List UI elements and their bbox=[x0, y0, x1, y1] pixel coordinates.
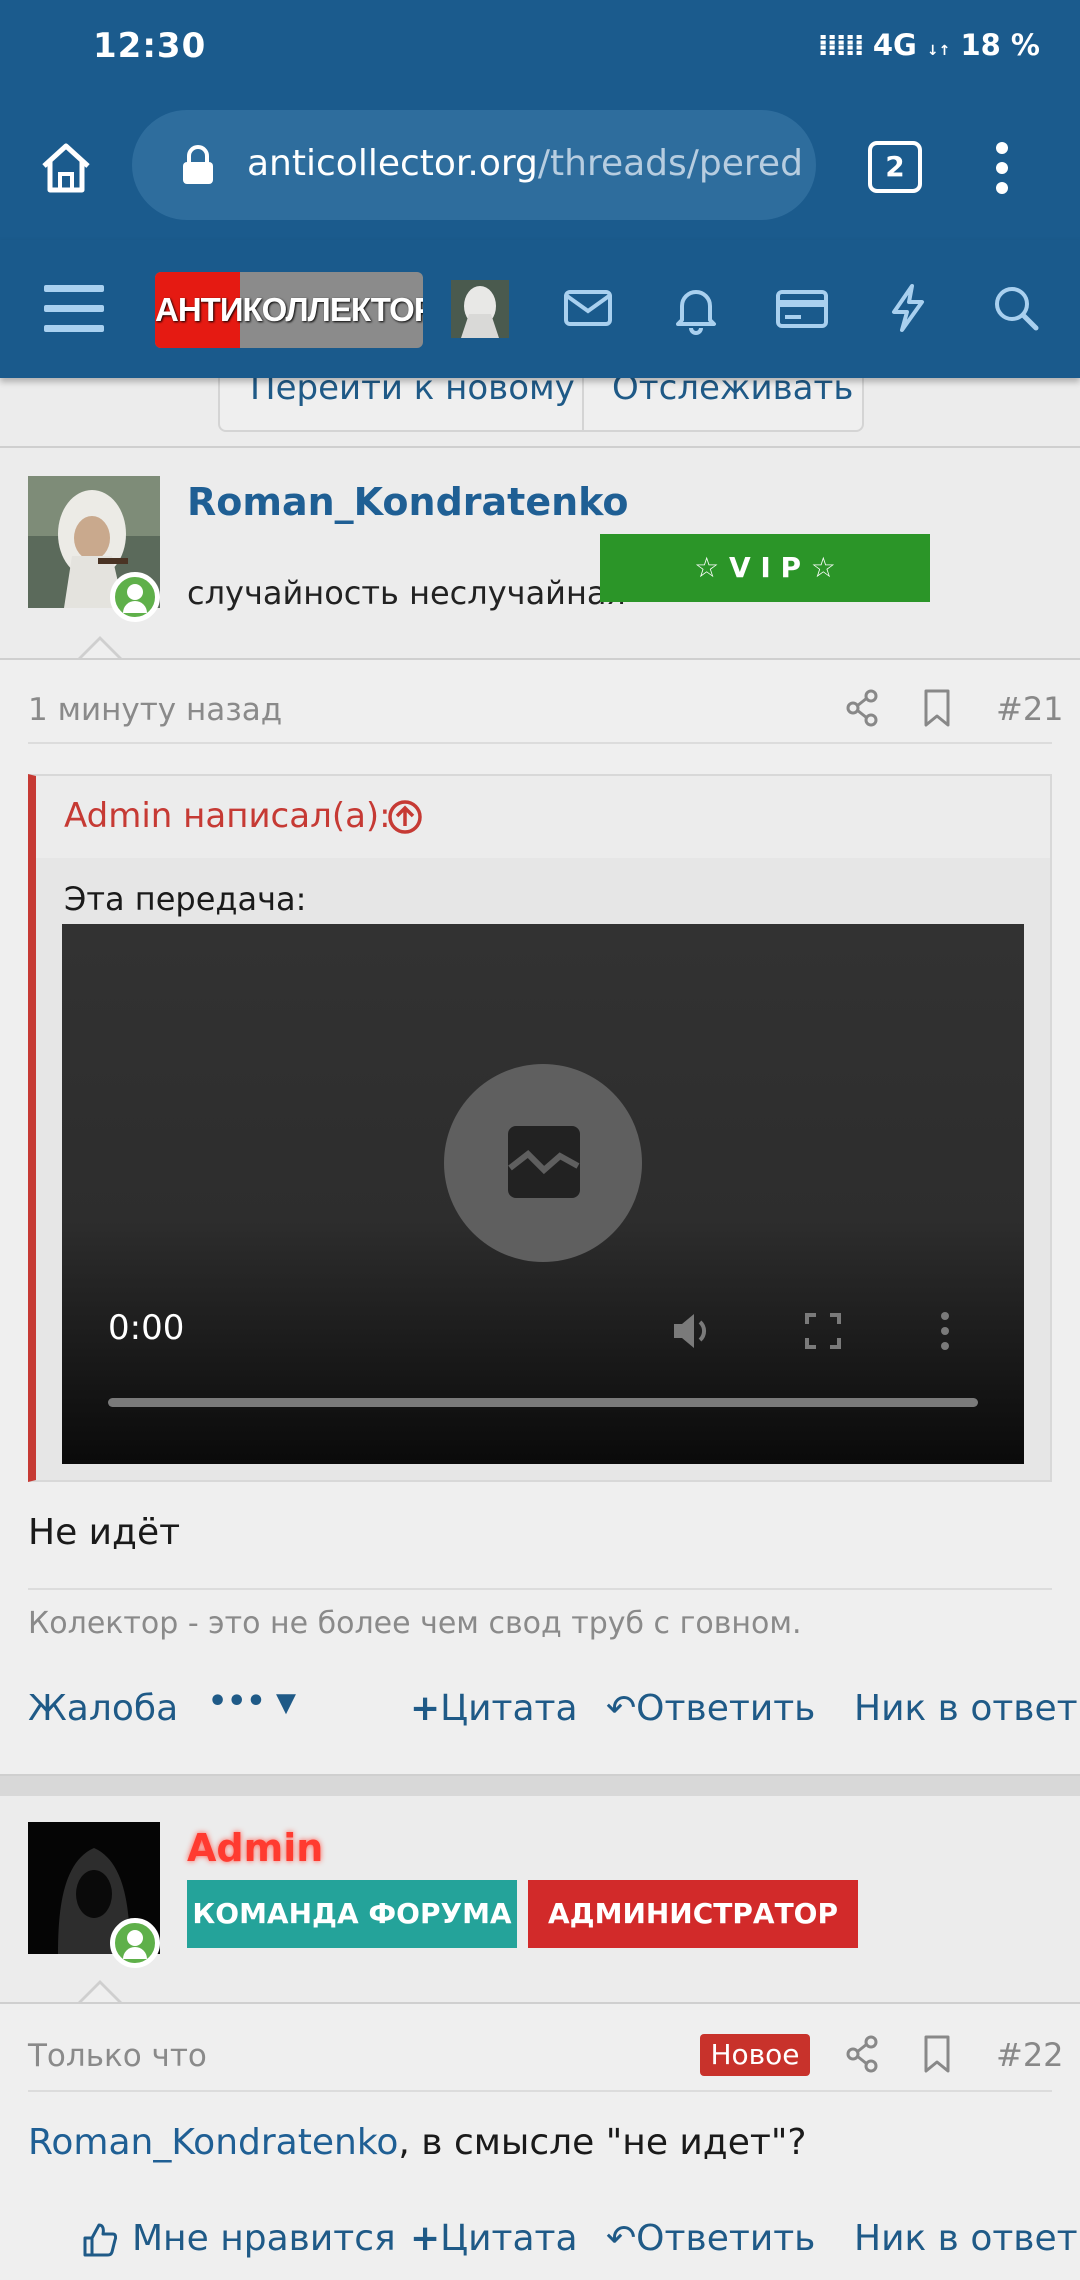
forum-header: АНТИКОЛЛЕКТОР bbox=[0, 240, 1080, 378]
online-status-icon bbox=[110, 1918, 160, 1968]
bookmark-icon[interactable] bbox=[922, 2034, 952, 2074]
user-avatar[interactable] bbox=[451, 280, 509, 338]
lightning-bolt-icon[interactable] bbox=[880, 280, 936, 336]
post-time[interactable]: Только что bbox=[28, 2038, 207, 2074]
broken-image-icon bbox=[508, 1126, 580, 1198]
post-author-name[interactable]: Admin bbox=[187, 1826, 323, 1870]
plus-icon: + bbox=[410, 2218, 441, 2259]
post-number[interactable]: #21 bbox=[996, 690, 1064, 728]
site-logo[interactable]: АНТИКОЛЛЕКТОР bbox=[155, 272, 423, 348]
hamburger-menu-icon[interactable] bbox=[44, 282, 104, 336]
status-bar: 12:30 ⁞⁞⁞⁞⁞ 4G ↓↑ 18 % bbox=[0, 0, 1080, 96]
lock-icon bbox=[183, 145, 213, 184]
address-bar[interactable]: anticollector.org/threads/pereda bbox=[132, 110, 816, 220]
menu-dots-icon[interactable] bbox=[990, 138, 1014, 198]
user-mention-link[interactable]: Roman_Kondratenko bbox=[28, 2122, 398, 2163]
url-text: anticollector.org/threads/pereda bbox=[247, 143, 802, 184]
vip-badge: ☆ V I P ☆ bbox=[600, 534, 930, 602]
chevron-down-icon: ▼ bbox=[275, 1688, 296, 1718]
quote-jump-up-icon[interactable] bbox=[386, 798, 424, 836]
quote-button[interactable]: +Цитата bbox=[410, 2218, 578, 2259]
post-time[interactable]: 1 минуту назад bbox=[28, 692, 282, 728]
thumbs-up-icon bbox=[82, 2222, 118, 2267]
new-badge: Новое bbox=[700, 2034, 810, 2076]
status-indicators: ⁞⁞⁞⁞⁞ 4G ↓↑ 18 % bbox=[817, 28, 1040, 62]
credit-card-icon[interactable] bbox=[774, 280, 830, 336]
fullscreen-icon[interactable] bbox=[804, 1312, 842, 1350]
post-message: Roman_Kondratenko, в смысле "не идет"? bbox=[28, 2122, 807, 2163]
browser-toolbar: anticollector.org/threads/pereda 2 bbox=[0, 96, 1080, 240]
battery-level: 18 % bbox=[960, 28, 1040, 62]
online-status-icon bbox=[110, 572, 160, 622]
home-icon[interactable] bbox=[38, 140, 94, 196]
signal-icon: ⁞⁞⁞⁞⁞ bbox=[817, 28, 865, 62]
admin-badge: АДМИНИСТРАТОР bbox=[528, 1880, 858, 1948]
video-more-icon[interactable] bbox=[938, 1310, 952, 1352]
search-icon[interactable] bbox=[988, 280, 1044, 336]
user-title: случайность неслучайная bbox=[187, 574, 626, 612]
quote-button[interactable]: +Цитата bbox=[410, 1688, 578, 1729]
reply-arrow-icon: ↶ bbox=[606, 1688, 637, 1729]
video-time: 0:00 bbox=[108, 1308, 185, 1348]
more-options-button[interactable]: ••• ▼ bbox=[208, 1684, 296, 1719]
report-button[interactable]: Жалоба bbox=[28, 1688, 178, 1729]
signature: Колектор - это не более чем свод труб с … bbox=[28, 1606, 802, 1641]
network-type: 4G bbox=[872, 28, 917, 62]
quote-text: Эта передача: bbox=[64, 880, 307, 918]
inbox-icon[interactable] bbox=[560, 280, 616, 336]
nick-reply-button[interactable]: Ник в ответ bbox=[854, 1688, 1078, 1729]
share-icon[interactable] bbox=[844, 2034, 880, 2074]
bookmark-icon[interactable] bbox=[922, 688, 952, 728]
team-badge: КОМАНДА ФОРУМА bbox=[187, 1880, 517, 1948]
tab-switcher-button[interactable]: 2 bbox=[868, 141, 922, 193]
reply-button[interactable]: ↶Ответить bbox=[606, 2218, 815, 2259]
quote-author[interactable]: Admin написал(а): bbox=[64, 796, 391, 836]
notifications-bell-icon[interactable] bbox=[668, 280, 724, 336]
volume-icon[interactable] bbox=[670, 1308, 716, 1354]
nick-reply-button[interactable]: Ник в ответ bbox=[854, 2218, 1078, 2259]
status-time: 12:30 bbox=[93, 26, 207, 66]
reply-arrow-icon: ↶ bbox=[606, 2218, 637, 2259]
plus-icon: + bbox=[410, 1688, 441, 1729]
video-player[interactable]: 0:00 bbox=[62, 924, 1024, 1464]
post-author-name[interactable]: Roman_Kondratenko bbox=[187, 480, 629, 524]
post-message: Не идёт bbox=[28, 1512, 181, 1553]
post-number[interactable]: #22 bbox=[996, 2036, 1064, 2074]
share-icon[interactable] bbox=[844, 688, 880, 728]
video-progress-bar[interactable] bbox=[108, 1398, 978, 1407]
reply-button[interactable]: ↶Ответить bbox=[606, 1688, 815, 1729]
like-button[interactable]: Мне нравится bbox=[83, 2218, 396, 2259]
